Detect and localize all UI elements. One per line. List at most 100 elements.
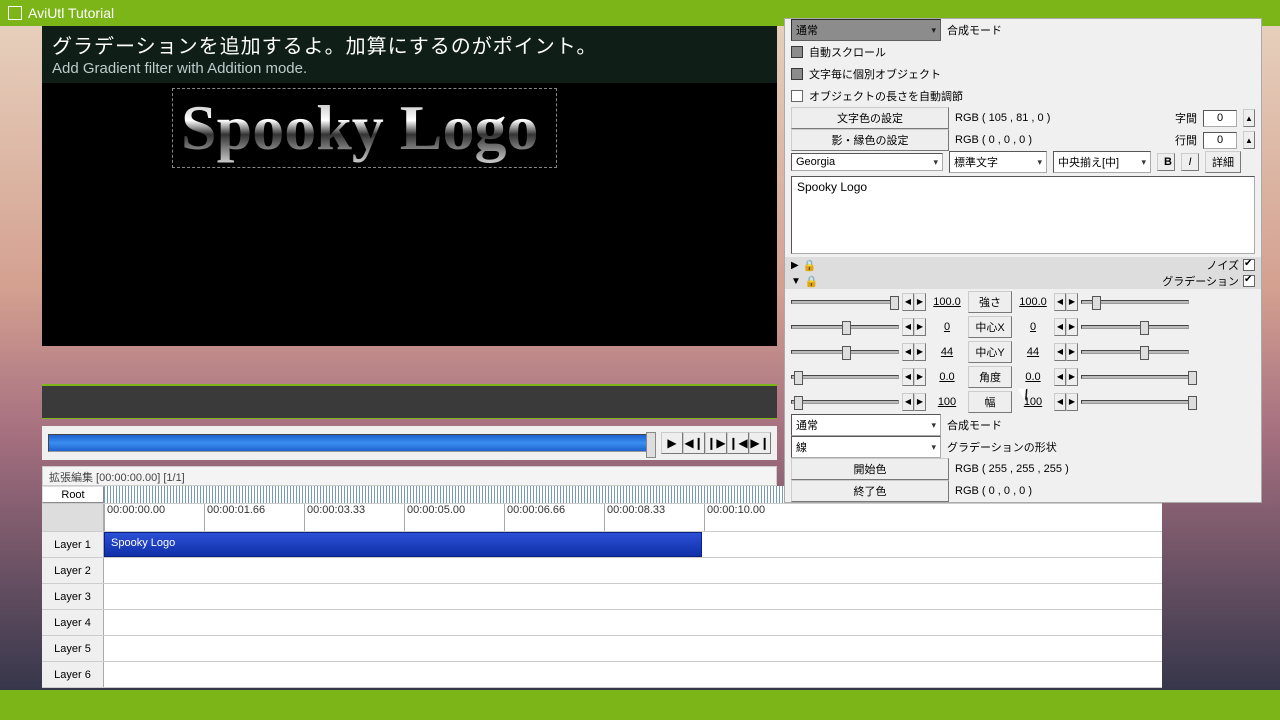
style-select[interactable]: 標準文字	[949, 151, 1047, 173]
spin-left[interactable]: ◀	[1054, 318, 1066, 336]
noise-expand-icon[interactable]: ▶	[791, 260, 799, 271]
layer-label[interactable]: Layer 2	[42, 558, 104, 583]
next-frame-button[interactable]: ❙▶	[705, 432, 727, 454]
spacing-input[interactable]	[1203, 110, 1237, 127]
end-color-button[interactable]: 終了色	[791, 480, 949, 502]
text-color-button[interactable]: 文字色の設定	[791, 107, 949, 129]
perchar-checkbox[interactable]	[791, 68, 803, 80]
param-slider-left[interactable]	[791, 325, 899, 329]
param-value-right[interactable]: 44	[1015, 346, 1051, 358]
seek-slider[interactable]	[48, 434, 655, 452]
noise-enable-checkbox[interactable]	[1243, 259, 1255, 271]
gradient-shape-select[interactable]: 線	[791, 436, 941, 458]
spin-right[interactable]: ▶	[914, 293, 926, 311]
param-slider-right[interactable]	[1081, 400, 1189, 404]
layer-label[interactable]: Layer 3	[42, 584, 104, 609]
autoscroll-checkbox[interactable]	[791, 46, 803, 58]
layer-label[interactable]: Layer 1	[42, 532, 104, 557]
spin-left[interactable]: ◀	[1054, 293, 1066, 311]
go-start-button[interactable]: ❙◀	[727, 432, 749, 454]
spin-left[interactable]: ◀	[1054, 393, 1066, 411]
layer-label[interactable]: Layer 4	[42, 610, 104, 635]
spin-left[interactable]: ◀	[902, 368, 914, 386]
layer-track[interactable]	[104, 584, 1162, 609]
param-slider-right[interactable]	[1081, 375, 1189, 379]
ruler-label	[42, 504, 104, 531]
param-slider-right[interactable]	[1081, 350, 1189, 354]
spin-left[interactable]: ◀	[1054, 343, 1066, 361]
time-ruler[interactable]: 00:00:00.0000:00:01.6600:00:03.3300:00:0…	[104, 504, 1162, 531]
auto-length-checkbox[interactable]	[791, 90, 803, 102]
spin-right[interactable]: ▶	[914, 393, 926, 411]
spin-right[interactable]: ▶	[914, 318, 926, 336]
lineheight-input[interactable]	[1203, 132, 1237, 149]
param-value-left[interactable]: 0	[929, 321, 965, 333]
param-value-right[interactable]: 100.0	[1015, 296, 1051, 308]
play-button[interactable]: ▶	[661, 432, 683, 454]
param-name: 幅	[968, 391, 1012, 413]
blend-mode-select[interactable]: 通常	[791, 414, 941, 436]
layer-track[interactable]: Spooky Logo	[104, 532, 1162, 557]
layer-track[interactable]	[104, 662, 1162, 687]
param-row: ◀▶100.0強さ100.0◀▶	[785, 289, 1261, 314]
lock-icon[interactable]: 🔒	[803, 259, 817, 272]
start-color-button[interactable]: 開始色	[791, 458, 949, 480]
param-value-left[interactable]: 44	[929, 346, 965, 358]
param-value-left[interactable]: 100	[929, 396, 965, 408]
preview-text-object[interactable]: Spooky Logo	[172, 88, 557, 168]
spin-left[interactable]: ◀	[902, 318, 914, 336]
timecode: 00:00:05.00	[404, 504, 465, 531]
text-content-input[interactable]: Spooky Logo	[791, 176, 1255, 254]
param-name: 角度	[968, 366, 1012, 388]
lock-icon[interactable]: 🔒	[805, 275, 819, 288]
spin-left[interactable]: ◀	[902, 393, 914, 411]
spin-right[interactable]: ▶	[1066, 293, 1078, 311]
layer-label[interactable]: Layer 5	[42, 636, 104, 661]
param-slider-left[interactable]	[791, 375, 899, 379]
timecode: 00:00:00.00	[104, 504, 165, 531]
italic-button[interactable]: I	[1181, 153, 1199, 171]
param-slider-right[interactable]	[1081, 300, 1189, 304]
prev-frame-button[interactable]: ◀❙	[683, 432, 705, 454]
layer-label[interactable]: Layer 6	[42, 662, 104, 687]
detail-button[interactable]: 詳細	[1205, 151, 1241, 173]
layer-track[interactable]	[104, 636, 1162, 661]
param-value-left[interactable]: 100.0	[929, 296, 965, 308]
param-name: 中心X	[968, 316, 1012, 338]
spin-left[interactable]: ◀	[902, 343, 914, 361]
param-value-left[interactable]: 0.0	[929, 371, 965, 383]
layer-track[interactable]	[104, 610, 1162, 635]
param-name: 強さ	[968, 291, 1012, 313]
spin-right[interactable]: ▶	[1066, 343, 1078, 361]
spin-left[interactable]: ◀	[1054, 368, 1066, 386]
root-button[interactable]: Root	[42, 486, 104, 503]
app-icon	[8, 6, 22, 20]
param-value-right[interactable]: 0	[1015, 321, 1051, 333]
param-value-right[interactable]: 0.0	[1015, 371, 1051, 383]
spin-right[interactable]: ▶	[1066, 368, 1078, 386]
param-slider-right[interactable]	[1081, 325, 1189, 329]
param-slider-left[interactable]	[791, 350, 899, 354]
timecode: 00:00:01.66	[204, 504, 265, 531]
lineheight-up[interactable]: ▲	[1243, 131, 1255, 149]
param-row: ◀▶44中心Y44◀▶	[785, 339, 1261, 364]
spin-right[interactable]: ▶	[914, 343, 926, 361]
layer-track[interactable]	[104, 558, 1162, 583]
top-blend-select[interactable]: 通常	[791, 19, 941, 41]
font-select[interactable]: Georgia	[791, 153, 943, 171]
subtitle-banner: グラデーションを追加するよ。加算にするのがポイント。 Add Gradient …	[42, 26, 777, 83]
go-end-button[interactable]: ▶❙	[749, 432, 771, 454]
bold-button[interactable]: B	[1157, 153, 1175, 171]
shadow-color-button[interactable]: 影・縁色の設定	[791, 129, 949, 151]
spin-right[interactable]: ▶	[1066, 318, 1078, 336]
timeline-clip[interactable]: Spooky Logo	[104, 532, 702, 557]
align-select[interactable]: 中央揃え[中]	[1053, 151, 1151, 173]
spin-left[interactable]: ◀	[902, 293, 914, 311]
param-slider-left[interactable]	[791, 400, 899, 404]
spin-right[interactable]: ▶	[914, 368, 926, 386]
spacing-up[interactable]: ▲	[1243, 109, 1255, 127]
spin-right[interactable]: ▶	[1066, 393, 1078, 411]
param-slider-left[interactable]	[791, 300, 899, 304]
gradient-enable-checkbox[interactable]	[1243, 275, 1255, 287]
gradient-expand-icon[interactable]: ▼	[791, 276, 801, 287]
